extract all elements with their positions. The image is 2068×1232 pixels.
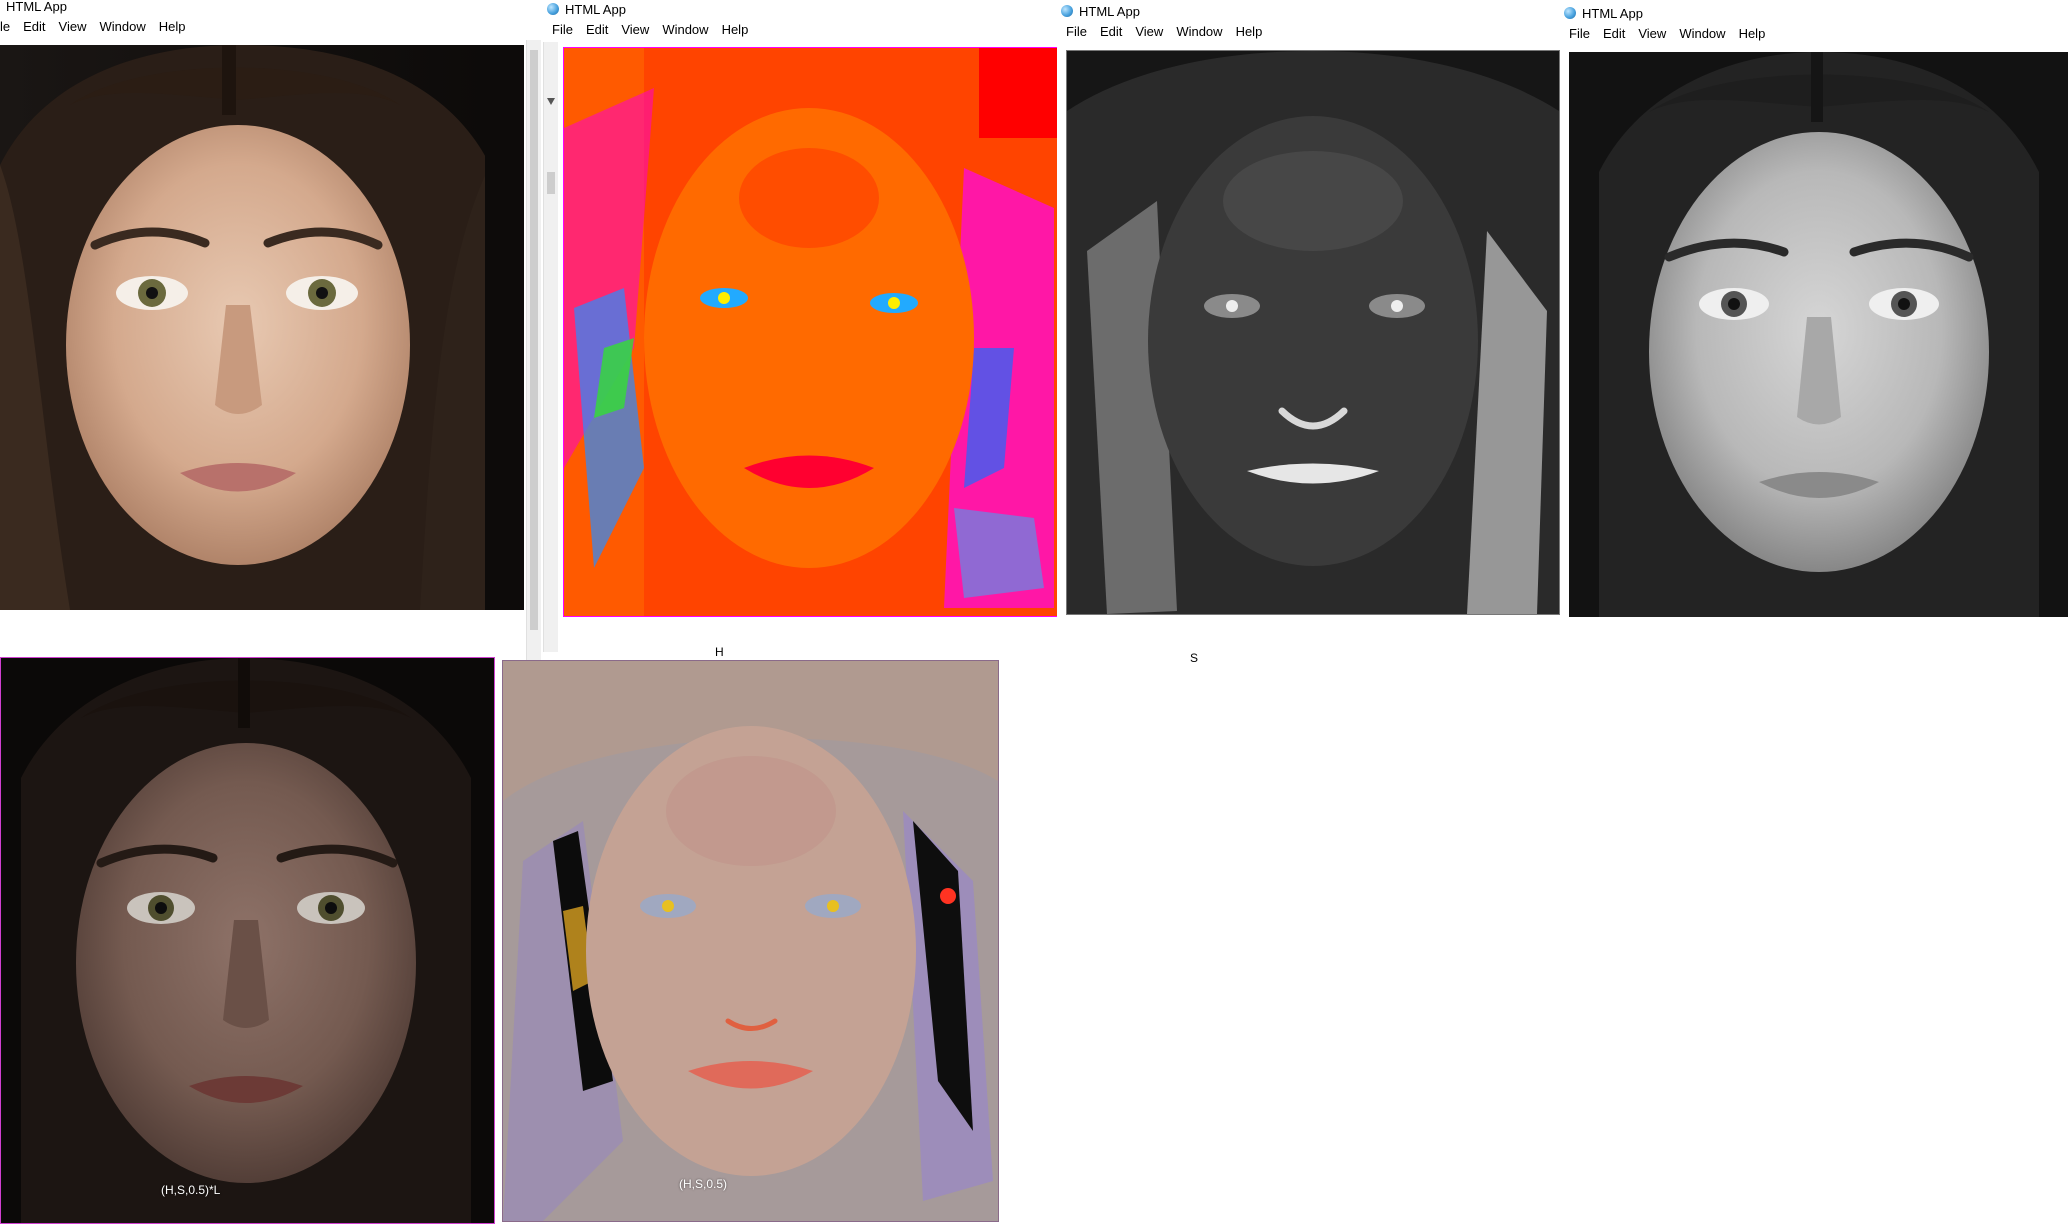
menu-window[interactable]: Window [99,19,145,34]
photo-edge-strip [485,45,524,610]
window-titlebar[interactable]: HTML App [543,0,1063,18]
channel-caption-h: H [715,645,724,659]
original-photo [0,45,524,610]
menu-window[interactable]: Window [1679,26,1725,41]
menu-help[interactable]: Help [159,19,186,34]
menu-window[interactable]: Window [1176,24,1222,39]
hs-times-l-caption: (H,S,0.5)*L [161,1183,221,1197]
menu-file[interactable]: File [1569,26,1590,41]
menu-help[interactable]: Help [1236,24,1263,39]
scroll-thumb[interactable] [530,50,538,630]
menu-window[interactable]: Window [662,22,708,37]
hs-times-l-image: (H,S,0.5)*L [0,657,495,1224]
menu-view[interactable]: View [621,22,649,37]
scroll-down-arrow-icon[interactable] [547,98,555,105]
app-globe-icon [1061,5,1073,17]
app-window-hue: HTML App File Edit View Window Help H [543,0,1063,660]
app-globe-icon [1564,7,1576,19]
menu-view[interactable]: View [1638,26,1666,41]
menu-view[interactable]: View [59,19,87,34]
hs-half-image: (H,S,0.5) [502,660,999,1222]
lightness-channel-image [1569,52,2068,617]
menu-view[interactable]: View [1135,24,1163,39]
side-scrollbar[interactable] [543,42,558,652]
menu-edit[interactable]: Edit [23,19,45,34]
app-window-saturation: HTML App File Edit View Window Help S [1057,0,1567,680]
window-title: HTML App [6,0,67,14]
menu-file[interactable]: File [1066,24,1087,39]
hue-channel-image [563,47,1060,617]
app-window-lightness: HTML App File Edit View Window Help [1560,0,2068,680]
menu-bar: le Edit View Window Help [0,17,530,35]
window-title: HTML App [565,1,626,17]
window-titlebar[interactable]: HTML App [1057,2,1567,20]
menu-bar: File Edit View Window Help [1560,24,2068,42]
window-titlebar[interactable]: HTML App [1560,4,2068,22]
menu-bar: File Edit View Window Help [543,20,1063,38]
hs-half-caption: (H,S,0.5) [679,1177,728,1191]
window-title: HTML App [1582,5,1643,21]
menu-bar: File Edit View Window Help [1057,22,1567,40]
menu-file[interactable]: File [552,22,573,37]
saturation-channel-image [1066,50,1560,615]
menu-help[interactable]: Help [1739,26,1766,41]
menu-edit[interactable]: Edit [586,22,608,37]
menu-file[interactable]: le [0,19,10,34]
window-titlebar[interactable]: HTML App [0,0,530,15]
menu-edit[interactable]: Edit [1603,26,1625,41]
scroll-thumb[interactable] [547,172,555,194]
app-globe-icon [547,3,559,15]
channel-caption-s: S [1190,651,1199,665]
app-window-original: HTML App le Edit View Window Help [0,0,541,660]
menu-help[interactable]: Help [722,22,749,37]
vertical-scrollbar[interactable] [526,40,541,660]
menu-edit[interactable]: Edit [1100,24,1122,39]
window-title: HTML App [1079,3,1140,19]
